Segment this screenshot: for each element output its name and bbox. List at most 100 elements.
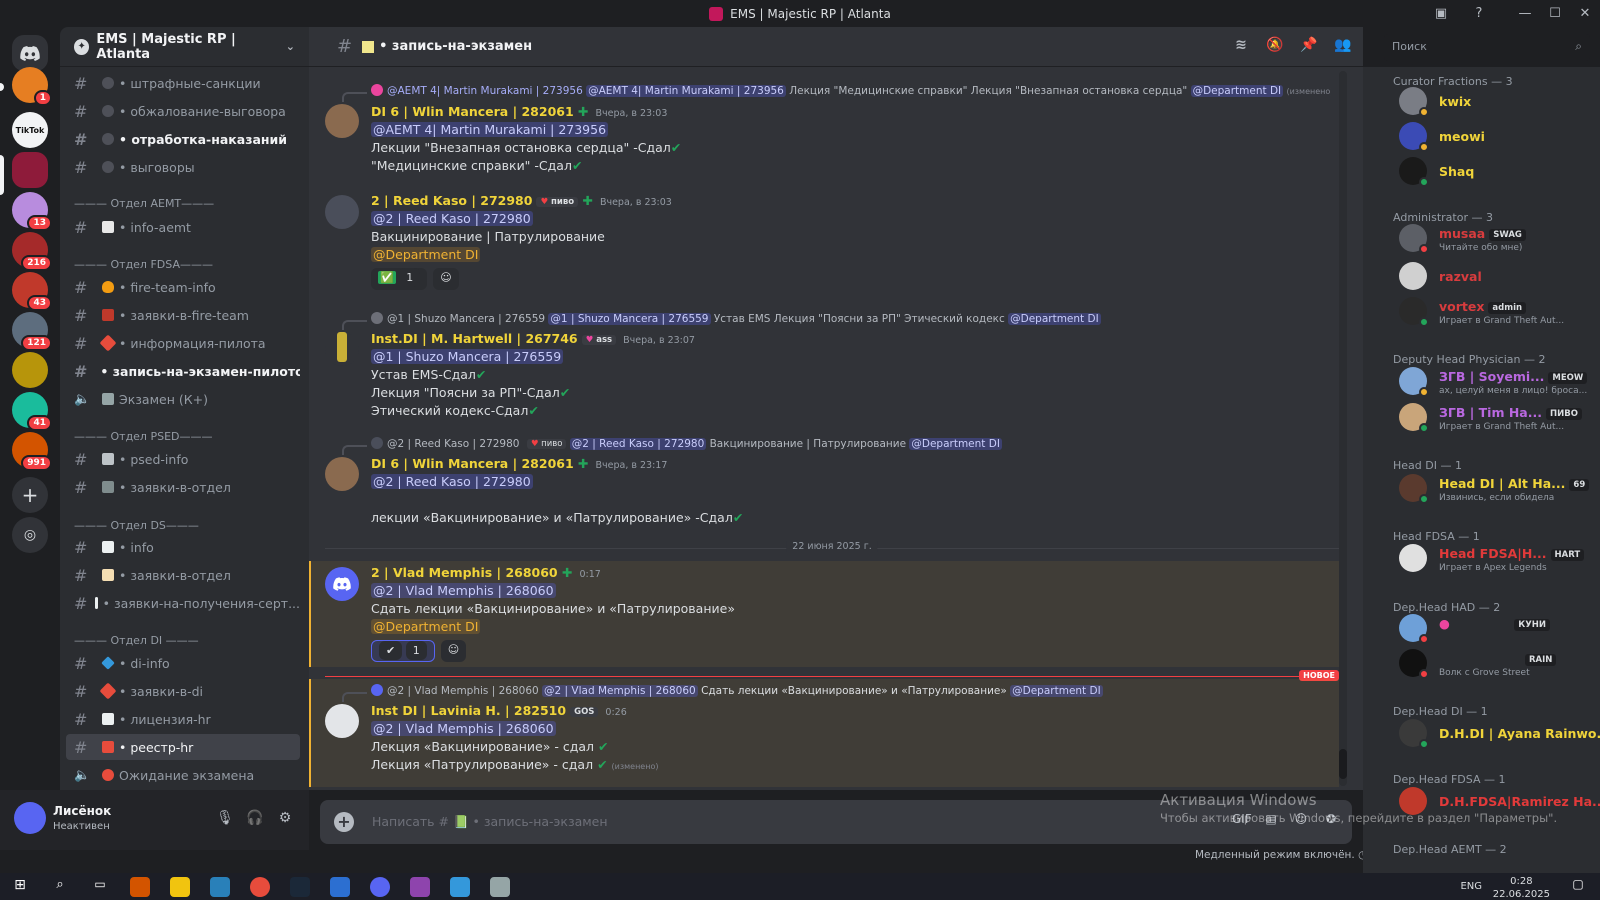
server-icon[interactable]: 43 [12,272,52,311]
channel-item[interactable]: # • информация-пилота [66,330,300,356]
member-item[interactable]: ЗГВ | Soyemi... MEOW ах, целуй меня в лицо… [1399,365,1594,401]
channel-item-selected[interactable]: # • реестр-hr [66,734,300,760]
category-ds[interactable]: ——— Отдел DS——— [74,519,199,532]
file-explorer-icon[interactable] [170,877,190,897]
role-mention[interactable]: @Department DI [371,619,481,634]
app-icon[interactable] [450,877,470,897]
channel-item[interactable]: # • di-info [66,650,300,676]
author-avatar[interactable] [325,195,359,229]
direct-messages-button[interactable] [12,35,48,71]
server-icon[interactable]: 991 [12,432,52,471]
attach-plus-icon[interactable]: + [334,812,354,832]
scrollbar-track[interactable] [1339,71,1347,786]
voice-channel-item[interactable]: 🔈 Экзамен (К+) [66,386,300,412]
user-mention[interactable]: @1 | Shuzo Mancera | 276559 [371,349,564,364]
reaction-check[interactable]: ✅ 1 [371,268,428,290]
user-mention[interactable]: @2 | Vlad Memphis | 268060 [371,583,556,598]
channel-item[interactable]: # • заявки-на-получения-серт... [66,590,300,616]
server-icon-selected[interactable] [12,152,48,188]
server-icon[interactable]: TikTok [12,112,48,148]
reaction-check[interactable]: ✔ 1 [371,640,435,662]
channel-item[interactable]: # • заявки-в-отдел [66,562,300,588]
server-icon[interactable]: 216 [12,232,52,271]
app-icon[interactable] [410,877,430,897]
reply-preview[interactable]: @2 | Reed Kaso | 272980 ♥ пиво @2 | Reed… [371,437,1331,450]
member-item[interactable]: Shaq [1399,155,1594,191]
minimize-button[interactable]: — [1510,6,1540,21]
help-icon[interactable]: ? [1470,5,1488,23]
clock[interactable]: 0:28 22.06.2025 [1493,877,1550,900]
category-di[interactable]: ——— Отдел DI ——— [74,634,199,647]
language-indicator[interactable]: ENG [1460,881,1482,892]
member-item[interactable]: D.H.DI | Ayana Rainwo... [1399,717,1600,753]
author-name[interactable]: 2 | Vlad Memphis | 268060 ✚ 0:17 [371,565,601,580]
role-mention[interactable]: @Department DI [371,247,481,262]
windows-start-icon[interactable]: ⊞ [10,877,30,897]
notifications-icon[interactable]: ▢ [1568,877,1588,897]
threads-icon[interactable]: ≋ [1231,37,1251,57]
member-item[interactable]: RAIN Волк с Grove Street [1399,647,1594,683]
author-name[interactable]: DI 6 | Wlin Mancera | 282061 ✚ Вчера, в 2… [371,456,667,471]
channel-item[interactable]: # • обжалование-выговора [66,98,300,124]
user-mention[interactable]: @2 | Vlad Memphis | 268060 [371,721,556,736]
mail-icon[interactable] [210,877,230,897]
user-mention[interactable]: @2 | Reed Kaso | 272980 [371,474,533,489]
shield-icon[interactable] [330,877,350,897]
server-icon[interactable]: 1 [12,67,52,106]
channel-item[interactable]: # • лицензия-hr [66,706,300,732]
author-name[interactable]: Inst.DI | M. Hartwell | 267746 ♥ ass Вчера… [371,331,695,346]
notifications-muted-icon[interactable]: 🔕 [1265,37,1285,57]
pinned-messages-icon[interactable]: 📌 [1299,37,1319,57]
inbox-icon[interactable]: ▣ [1432,5,1450,23]
category-fdsa[interactable]: ——— Отдел FDSA——— [74,258,213,271]
author-avatar[interactable] [325,104,359,138]
user-mention[interactable]: @AEMT 4| Martin Murakami | 273956 [371,122,609,137]
reply-preview[interactable]: @2 | Vlad Memphis | 268060 @2 | Vlad Mem… [371,684,1331,697]
channel-item[interactable]: # • штрафные-санкции [66,70,300,96]
headphones-icon[interactable]: 🎧 [246,810,264,828]
close-button[interactable]: ✕ [1570,6,1600,21]
app-icon[interactable] [490,877,510,897]
author-avatar[interactable] [325,457,359,491]
author-avatar[interactable] [325,332,359,366]
author-name[interactable]: Inst DI | Lavinia H. | 282510 GOS 0:26 [371,703,627,718]
maximize-button[interactable]: ☐ [1540,6,1570,21]
author-name[interactable]: 2 | Reed Kaso | 272980 ♥ пиво ✚ Вчера, в 2… [371,193,672,208]
server-icon[interactable] [12,352,48,388]
user-mention[interactable]: @2 | Reed Kaso | 272980 [371,211,533,226]
reply-preview[interactable]: @1 | Shuzo Mancera | 276559 @1 | Shuzo M… [371,312,1331,325]
member-item[interactable]: Head DI | Alt Ha... 69 Извинись, если обид… [1399,472,1594,508]
author-avatar[interactable] [325,704,359,738]
server-icon[interactable]: 13 [12,192,52,231]
channel-item[interactable]: # • info-aemt [66,214,300,240]
channel-item[interactable]: # • заявки-в-отдел [66,474,300,500]
server-icon[interactable]: 41 [12,392,52,431]
member-item[interactable]: razval [1399,260,1594,296]
steam-icon[interactable] [290,877,310,897]
add-server-icon[interactable]: + [12,477,48,513]
author-avatar[interactable] [325,567,359,601]
channel-item[interactable]: # • fire-team-info [66,274,300,300]
search-icon[interactable]: ⌕ [50,877,70,897]
member-item[interactable]: ● КУНИ [1399,612,1594,648]
user-avatar[interactable] [14,802,46,834]
add-reaction-icon[interactable]: ☺ [433,268,459,290]
channel-item[interactable]: # • заявки-в-di [66,678,300,704]
member-item[interactable]: kwix [1399,85,1594,121]
voice-channel-item[interactable]: 🔈 Ожидание экзамена [66,762,300,788]
member-item[interactable]: meowi [1399,120,1594,156]
category-psed[interactable]: ——— Отдел PSED——— [74,430,213,443]
member-list-icon[interactable]: 👥 [1333,37,1353,57]
channel-item[interactable]: # • psed-info [66,446,300,472]
author-name[interactable]: DI 6 | Wlin Mancera | 282061 ✚ Вчера, в 2… [371,104,667,119]
guild-header[interactable]: ✦ EMS | Majestic RP | Atlanta ⌄ [60,27,309,67]
member-item[interactable]: Head FDSA|H... HART Играет в Apex Legends [1399,542,1594,578]
channel-item[interactable]: # • запись-на-экзамен-пилотов [66,358,300,384]
server-icon[interactable]: 121 [12,312,52,351]
add-reaction-icon[interactable]: ☺ [440,640,467,662]
microphone-icon[interactable]: 🎙 [216,810,234,828]
yandex-browser-icon[interactable] [250,877,270,897]
task-view-icon[interactable]: ▭ [90,877,110,897]
explore-icon[interactable]: ◎ [12,517,48,553]
gear-icon[interactable]: ⚙ [276,810,294,828]
